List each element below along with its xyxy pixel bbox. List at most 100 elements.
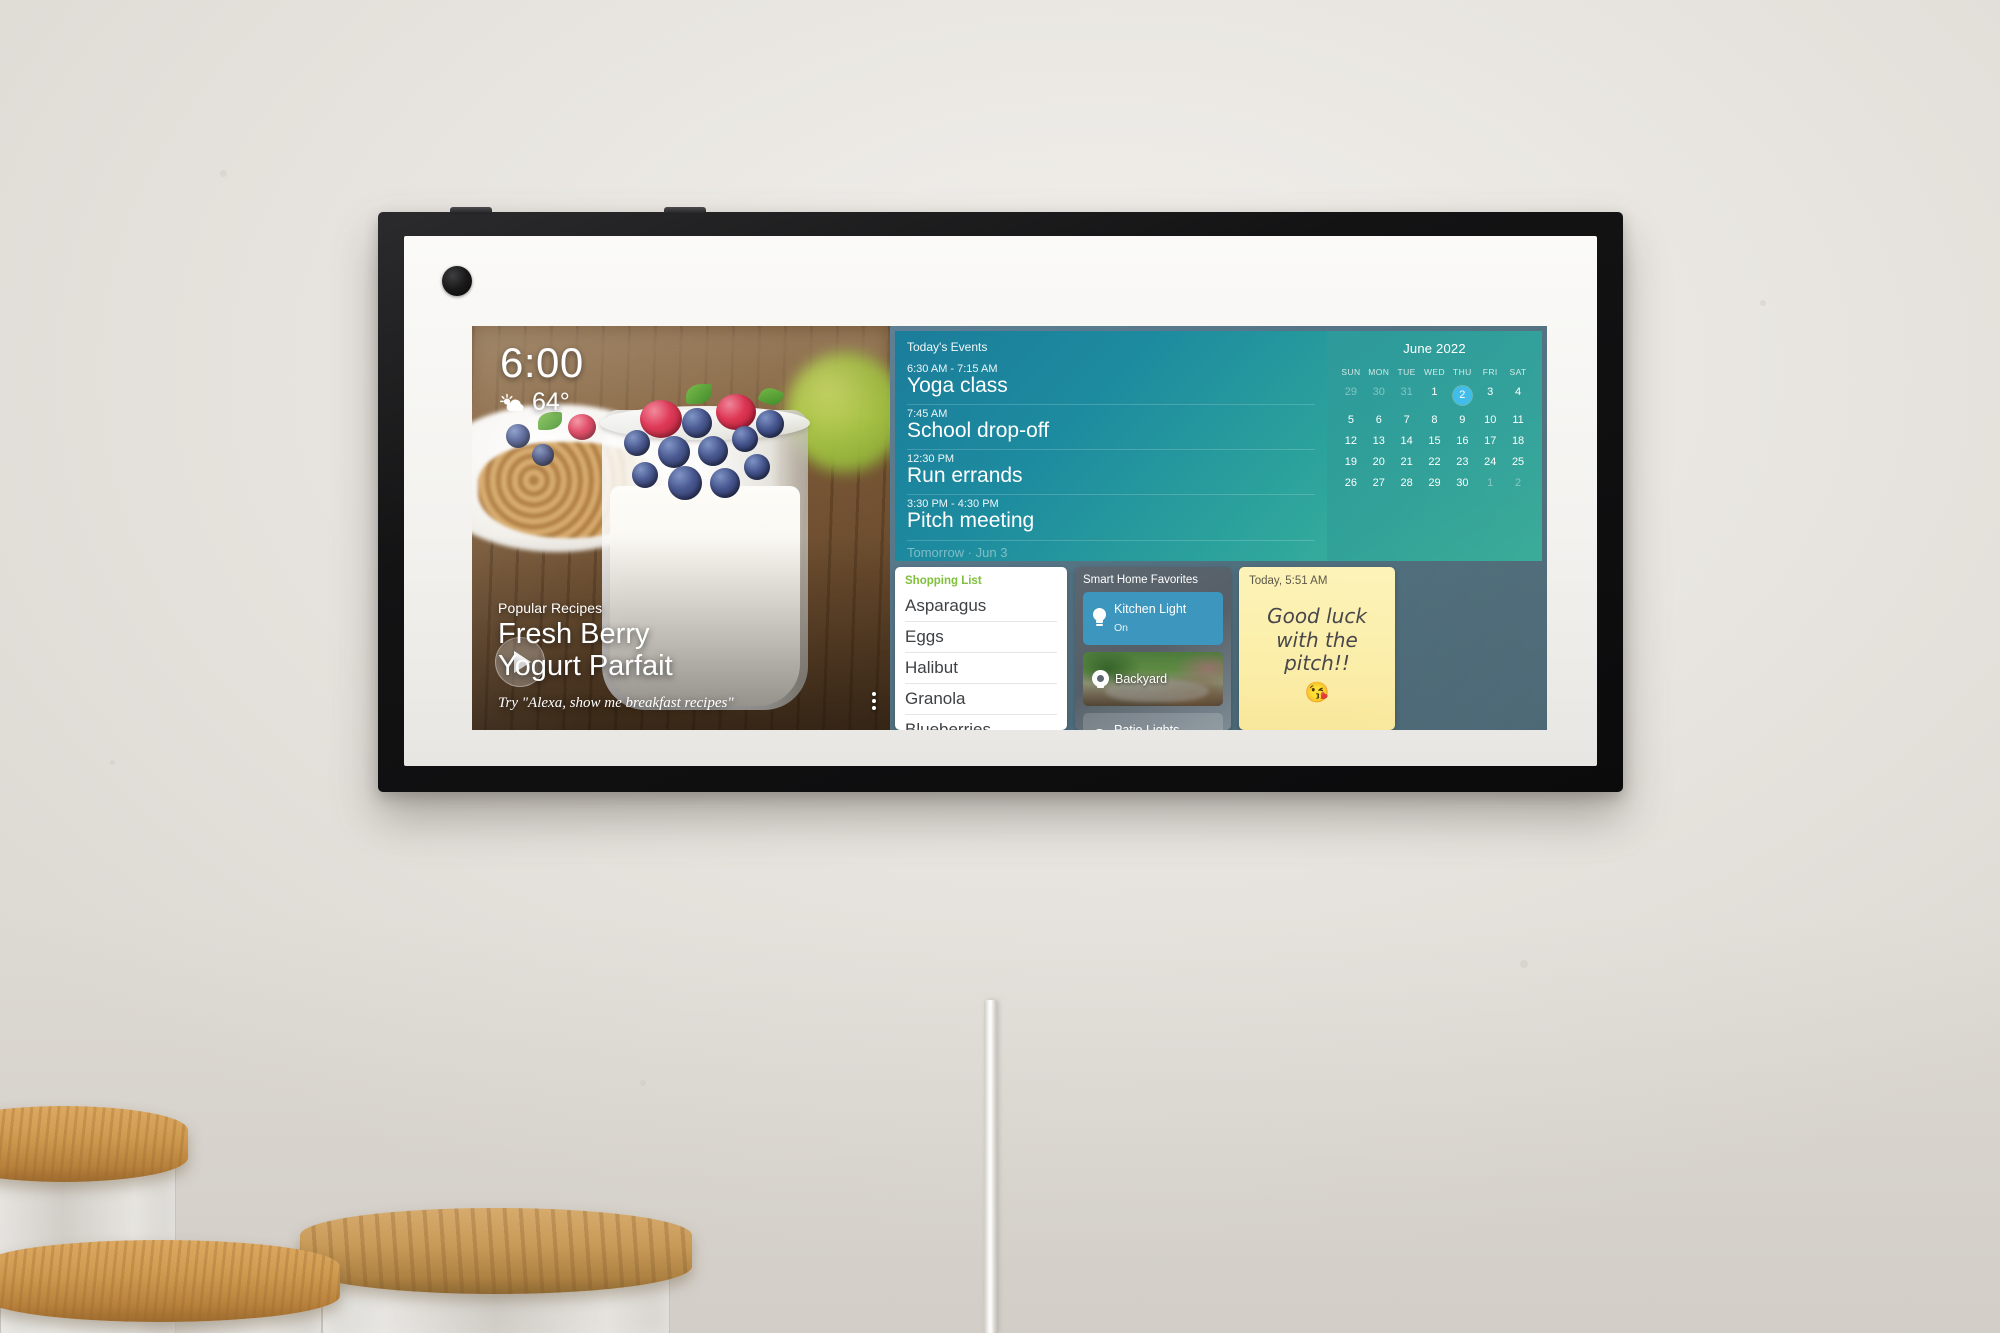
calendar-dow: SAT bbox=[1509, 367, 1527, 377]
camera-icon bbox=[442, 266, 472, 296]
calendar-dow: WED bbox=[1423, 367, 1445, 377]
calendar-day[interactable]: 2 bbox=[1504, 477, 1532, 489]
tile-name: Kitchen Light bbox=[1114, 602, 1187, 616]
device-bezel: 6:00 64° Popular Recipes Fresh Berry Yog… bbox=[404, 236, 1597, 766]
calendar-day[interactable]: 13 bbox=[1365, 435, 1393, 447]
calendar-day[interactable]: 31 bbox=[1393, 386, 1421, 405]
event-name: Yoga class bbox=[907, 374, 1008, 397]
calendar-day[interactable]: 21 bbox=[1393, 456, 1421, 468]
smart-home-card[interactable]: Smart Home Favorites Kitchen Light On Ba… bbox=[1075, 567, 1231, 730]
tile-state: On bbox=[1114, 622, 1129, 635]
sun-behind-cloud-icon bbox=[500, 393, 524, 411]
list-item[interactable]: Blueberries bbox=[905, 715, 1057, 730]
smart-home-tile-backyard-camera[interactable]: Backyard bbox=[1083, 651, 1223, 706]
calendar-day[interactable]: 3 bbox=[1476, 386, 1504, 405]
note-line3: pitch!! bbox=[1284, 651, 1350, 676]
calendar-day[interactable]: 18 bbox=[1504, 435, 1532, 447]
list-item[interactable]: Halibut bbox=[905, 653, 1057, 684]
event-row[interactable]: 7:45 AM School drop-off bbox=[907, 405, 1315, 451]
list-item[interactable]: Asparagus bbox=[905, 591, 1057, 622]
calendar-day[interactable]: 16 bbox=[1448, 435, 1476, 447]
event-name: School drop-off bbox=[907, 419, 1050, 443]
calendar-day[interactable]: 19 bbox=[1337, 456, 1365, 468]
calendar-day[interactable]: 20 bbox=[1365, 456, 1393, 468]
calendar-day[interactable]: 24 bbox=[1476, 456, 1504, 468]
calendar-day[interactable]: 10 bbox=[1476, 414, 1504, 426]
tile-name: Patio Lights bbox=[1114, 722, 1180, 730]
glass-jar-front bbox=[0, 1240, 340, 1333]
calendar-day[interactable]: 9 bbox=[1448, 414, 1476, 426]
list-item[interactable]: Eggs bbox=[905, 622, 1057, 653]
calendar-day[interactable]: 5 bbox=[1337, 414, 1365, 426]
alexa-tip: Try "Alexa, show me breakfast recipes" bbox=[498, 695, 734, 711]
list-item[interactable]: Granola bbox=[905, 684, 1057, 715]
display-screen: 6:00 64° Popular Recipes Fresh Berry Yog… bbox=[472, 326, 1547, 730]
calendar-day-today[interactable]: 2 bbox=[1448, 386, 1476, 405]
calendar-dow: TUE bbox=[1397, 367, 1416, 377]
calendar-day[interactable]: 17 bbox=[1476, 435, 1504, 447]
calendar-day[interactable]: 6 bbox=[1365, 414, 1393, 426]
smart-home-tile-kitchen-light[interactable]: Kitchen Light On bbox=[1083, 592, 1223, 645]
calendar-day[interactable]: 14 bbox=[1393, 435, 1421, 447]
smart-home-tile-patio-lights[interactable]: Patio Lights Off bbox=[1083, 712, 1223, 730]
calendar-day[interactable]: 29 bbox=[1337, 386, 1365, 405]
clock-time: 6:00 bbox=[500, 339, 584, 386]
event-row[interactable]: 6:30 AM - 7:15 AM Yoga class bbox=[907, 360, 1315, 406]
calendar-dow: MON bbox=[1368, 367, 1390, 377]
kebab-menu-icon[interactable] bbox=[872, 692, 876, 710]
calendar-day[interactable]: 1 bbox=[1476, 477, 1504, 489]
calendar-day[interactable]: 30 bbox=[1448, 477, 1476, 489]
glass-jar-right bbox=[300, 1208, 692, 1333]
recipe-title-line1: Fresh Berry bbox=[498, 618, 650, 651]
volume-button[interactable] bbox=[450, 207, 492, 214]
calendar-grid: SUN MON TUE WED THU FRI SAT 29 30 31 1 2 bbox=[1337, 367, 1532, 489]
power-cord bbox=[984, 1000, 997, 1333]
calendar-day[interactable]: 25 bbox=[1504, 456, 1532, 468]
smart-display-device: 6:00 64° Popular Recipes Fresh Berry Yog… bbox=[378, 207, 1623, 792]
calendar-day[interactable]: 23 bbox=[1448, 456, 1476, 468]
calendar-day[interactable]: 27 bbox=[1365, 477, 1393, 489]
calendar-day[interactable]: 1 bbox=[1421, 386, 1449, 405]
calendar-day[interactable]: 8 bbox=[1421, 414, 1449, 426]
recipe-title-line2: Yogurt Parfait bbox=[498, 649, 673, 682]
calendar-card[interactable]: June 2022 SUN MON TUE WED THU FRI SAT 29… bbox=[1327, 331, 1542, 561]
note-line1: Good luck bbox=[1267, 604, 1367, 628]
calendar-title: June 2022 bbox=[1403, 341, 1466, 356]
note-line2: with the bbox=[1276, 627, 1358, 652]
event-name: Pitch meeting bbox=[907, 509, 1035, 533]
lightbulb-icon bbox=[1092, 729, 1107, 730]
calendar-day[interactable]: 7 bbox=[1393, 414, 1421, 426]
calendar-day[interactable]: 11 bbox=[1504, 414, 1532, 426]
recipe-hero-card[interactable]: 6:00 64° Popular Recipes Fresh Berry Yog… bbox=[472, 326, 890, 730]
note-body: Good luck with the pitch!! bbox=[1249, 604, 1385, 676]
note-timestamp: Today, 5:51 AM bbox=[1249, 575, 1328, 587]
calendar-day[interactable]: 15 bbox=[1421, 435, 1449, 447]
recipe-text-block: Popular Recipes Fresh Berry Yogurt Parfa… bbox=[498, 600, 856, 712]
calendar-day[interactable]: 22 bbox=[1421, 456, 1449, 468]
sticky-note-card[interactable]: Today, 5:51 AM Good luck with the pitch!… bbox=[1239, 567, 1395, 730]
todays-events-card[interactable]: Today's Events 6:30 AM - 7:15 AM Yoga cl… bbox=[895, 331, 1327, 561]
events-header: Today's Events bbox=[907, 340, 988, 354]
shopping-list-header: Shopping List bbox=[905, 575, 982, 587]
shopping-list-card[interactable]: Shopping List Asparagus Eggs Halibut Gra… bbox=[895, 567, 1067, 730]
recipe-kicker: Popular Recipes bbox=[498, 600, 603, 617]
smart-home-header: Smart Home Favorites bbox=[1083, 574, 1199, 586]
camera-icon bbox=[1092, 670, 1109, 689]
calendar-day[interactable]: 30 bbox=[1365, 386, 1393, 405]
event-row[interactable]: 3:30 PM - 4:30 PM Pitch meeting bbox=[907, 495, 1315, 541]
calendar-day[interactable]: 12 bbox=[1337, 435, 1365, 447]
calendar-day[interactable]: 4 bbox=[1504, 386, 1532, 405]
calendar-dow: THU bbox=[1453, 367, 1472, 377]
calendar-day[interactable]: 28 bbox=[1393, 477, 1421, 489]
tile-name: Backyard bbox=[1115, 671, 1168, 686]
lightbulb-icon bbox=[1092, 608, 1107, 628]
clock-weather-block: 6:00 64° bbox=[500, 342, 584, 415]
calendar-day[interactable]: 29 bbox=[1421, 477, 1449, 489]
calendar-day[interactable]: 26 bbox=[1337, 477, 1365, 489]
note-emoji: 😘 bbox=[1304, 681, 1330, 704]
event-row[interactable]: 12:30 PM Run errands bbox=[907, 450, 1315, 496]
event-name: Run errands bbox=[907, 464, 1023, 488]
calendar-dow: FRI bbox=[1482, 367, 1498, 377]
temperature: 64° bbox=[532, 388, 570, 416]
mic-button[interactable] bbox=[664, 207, 706, 214]
